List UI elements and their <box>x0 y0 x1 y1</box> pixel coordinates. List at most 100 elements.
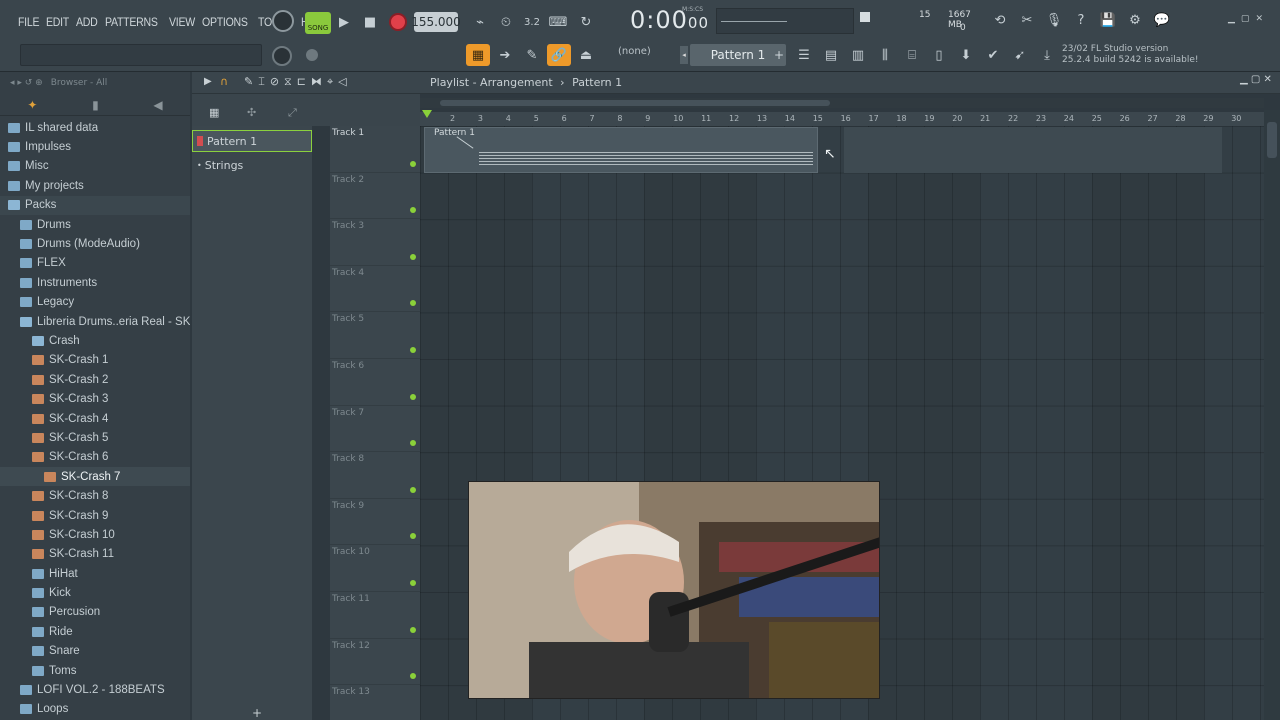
file-icon[interactable]: ▯ <box>927 44 951 66</box>
scroll-thumb[interactable] <box>1267 122 1277 158</box>
plugin-icon[interactable]: ⚙ <box>1123 9 1147 31</box>
playlist-window-controls[interactable]: ▁ ▢ ✕ <box>1240 74 1272 85</box>
tempo-display[interactable]: 155.000 <box>411 12 461 32</box>
track-mute-icon[interactable] <box>410 160 416 167</box>
pin-icon[interactable]: ➹ <box>1008 44 1032 66</box>
browser-item[interactable]: Legacy <box>0 293 190 312</box>
browser-icon[interactable]: ⌸ <box>900 44 924 66</box>
download-icon[interactable]: ⤓ <box>1035 44 1059 66</box>
track-header[interactable]: Track 6 <box>330 359 420 406</box>
track-header[interactable]: Track 5 <box>330 312 420 359</box>
browser-item[interactable]: Snare <box>0 642 190 661</box>
track-header[interactable]: Track 2 <box>330 173 420 220</box>
track-header[interactable]: Track 11 <box>330 592 420 639</box>
add-track-icon[interactable]: + <box>252 706 262 720</box>
track-mute-icon[interactable] <box>410 626 416 633</box>
browser-item[interactable]: SK-Crash 10 <box>0 525 190 544</box>
browser-item[interactable]: SK-Crash 1 <box>0 351 190 370</box>
step-edit-icon[interactable]: ⌨ <box>546 11 570 33</box>
timeline-ruler[interactable]: 2 3 4 5 6 7 8 9 10 11 12 13 14 15 16 17 18 19 20 21 22 23 24 25… <box>420 112 1264 126</box>
save-icon[interactable]: 💾 <box>1096 9 1120 31</box>
browser-item[interactable]: Toms <box>0 661 190 680</box>
play-button[interactable]: ▶ <box>332 11 356 33</box>
browser-item[interactable]: Percusion <box>0 603 190 622</box>
browser-item[interactable]: My projects <box>0 176 190 195</box>
automation-icon[interactable]: ⤢ <box>288 106 297 120</box>
track-mute-icon[interactable] <box>410 486 416 493</box>
browser-item[interactable]: LOFI VOL.2 - 188BEATS <box>0 680 190 699</box>
track-header[interactable]: Track 4 <box>330 266 420 313</box>
pattern-selector[interactable]: Pattern 1 <box>690 44 786 66</box>
undo-history-icon[interactable]: ⟲ <box>988 9 1012 31</box>
browser-item[interactable]: Misc <box>0 157 190 176</box>
browser-item[interactable]: Loops <box>0 700 190 719</box>
browser-item[interactable]: Drums (ModeAudio) <box>0 234 190 253</box>
close-icon[interactable]: ✕ <box>1255 14 1263 24</box>
menu-edit[interactable]: EDIT <box>46 15 69 29</box>
pitch-knob[interactable] <box>272 46 292 66</box>
browser-item[interactable]: SK-Crash 7 <box>0 467 190 487</box>
browser-item[interactable]: Instruments <box>0 273 190 292</box>
track-mute-icon[interactable] <box>410 346 416 353</box>
track-header[interactable]: Track 13 <box>330 685 420 720</box>
chat-icon[interactable]: 💬 <box>1150 9 1174 31</box>
track-mute-icon[interactable] <box>410 300 416 307</box>
playlist-icon[interactable]: ☰ <box>792 44 816 66</box>
track-mute-icon[interactable] <box>410 393 416 400</box>
browser-tab-files-icon[interactable]: ▮ <box>92 98 99 112</box>
browser-item[interactable]: Ride <box>0 622 190 641</box>
magnet-snap-icon[interactable]: ∩ <box>220 75 228 88</box>
browser-item[interactable]: Drums <box>0 215 190 234</box>
pattern-item-strings[interactable]: • Strings <box>192 154 312 176</box>
browser-item[interactable]: Crash <box>0 331 190 350</box>
song-mode-button[interactable]: SONG <box>305 12 331 34</box>
browser-item[interactable]: SK-Crash 2 <box>0 370 190 389</box>
browser-item[interactable]: FLEX <box>0 254 190 273</box>
browser-item[interactable]: SK-Crash 5 <box>0 428 190 447</box>
menu-view[interactable]: VIEW <box>169 15 195 29</box>
stop-button[interactable]: ■ <box>358 11 382 33</box>
piano-roll-toggle-icon[interactable]: ▦ <box>209 106 219 119</box>
link-icon[interactable]: 🔗 <box>547 44 571 66</box>
track-mute-icon[interactable] <box>410 440 416 447</box>
browser-item[interactable]: SK-Crash 9 <box>0 506 190 525</box>
track-mute-icon[interactable] <box>410 579 416 586</box>
plugin-db-icon[interactable]: ⬇ <box>954 44 978 66</box>
tools-icon[interactable]: ✂ <box>1015 9 1039 31</box>
track-header[interactable]: Track 10 <box>330 545 420 592</box>
browser-item[interactable]: Impulses <box>0 137 190 156</box>
piano-roll-icon[interactable]: ▤ <box>819 44 843 66</box>
browser-item[interactable]: Kick <box>0 583 190 602</box>
track-header[interactable]: Track 3 <box>330 219 420 266</box>
playlist-view-icon[interactable]: ▦ <box>466 44 490 66</box>
track-header[interactable]: Track 7 <box>330 406 420 453</box>
minimize-icon[interactable]: ▁ <box>1228 14 1235 24</box>
browser-item[interactable]: SK-Crash 4 <box>0 409 190 428</box>
track-mute-icon[interactable] <box>410 207 416 214</box>
track-header[interactable]: Track 12 <box>330 639 420 686</box>
tuner-icon[interactable]: ✔ <box>981 44 1005 66</box>
stamp-icon[interactable]: ⏏ <box>574 44 598 66</box>
browser-item[interactable]: SK-Crash 11 <box>0 545 190 564</box>
mixer-icon[interactable]: ⫼ <box>873 44 897 66</box>
track-mute-icon[interactable] <box>410 253 416 260</box>
draw-icon[interactable]: ✎ <box>520 44 544 66</box>
pattern-prev-icon[interactable]: ◂ <box>680 46 688 64</box>
browser-item[interactable]: Libreria Drums..eria Real - SK <box>0 312 190 331</box>
playhead-marker-icon[interactable] <box>422 110 432 118</box>
pattern-item-pattern-1[interactable]: Pattern 1 <box>192 130 312 152</box>
maximize-icon[interactable]: ▢ <box>1241 14 1250 24</box>
menu-add[interactable]: ADD <box>76 15 98 29</box>
channel-rack-icon[interactable]: ▥ <box>846 44 870 66</box>
browser-nav-icons[interactable]: ◂ ▸ ↺ ⊕ <box>10 78 43 88</box>
browser-item[interactable]: SK-Crash 8 <box>0 486 190 505</box>
track-header[interactable]: Track 1 <box>330 126 420 173</box>
record-button[interactable] <box>389 13 407 31</box>
scroll-thumb[interactable] <box>440 100 830 106</box>
track-header[interactable]: Track 8 <box>330 452 420 499</box>
track-header[interactable]: Track 9 <box>330 499 420 546</box>
browser-item[interactable]: HiHat <box>0 564 190 583</box>
track-mute-icon[interactable] <box>410 673 416 680</box>
tool-icons[interactable]: ✎⌶⊘⧖⊏⧓⌖◁ <box>244 75 352 89</box>
shuffle-knob[interactable] <box>306 49 318 61</box>
